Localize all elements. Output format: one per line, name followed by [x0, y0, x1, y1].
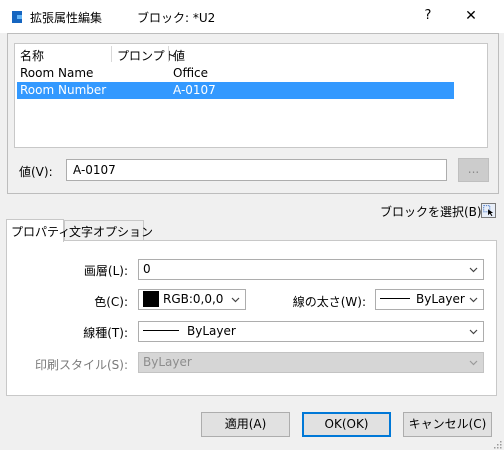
chevron-down-icon	[469, 297, 478, 303]
linetype-value: ByLayer	[187, 324, 236, 338]
browse-button[interactable]: ...	[458, 158, 489, 182]
attribute-name: Room Number	[20, 83, 107, 97]
plotstyle-value: ByLayer	[143, 355, 192, 369]
color-value: RGB:0,0,0	[163, 292, 224, 306]
value-input[interactable]: A-0107	[66, 159, 447, 181]
app-logo-icon	[12, 11, 22, 23]
select-block-label[interactable]: ブロックを選択(B)	[380, 203, 482, 220]
attribute-value: Office	[173, 66, 209, 80]
ok-button[interactable]: OK(OK)	[302, 412, 391, 437]
block-name-label: ブロック: *U2	[137, 11, 216, 25]
column-divider[interactable]	[111, 46, 112, 62]
resize-grip-icon[interactable]	[493, 440, 502, 449]
select-pointer-icon[interactable]	[481, 203, 496, 218]
chevron-down-icon	[469, 267, 478, 273]
column-header-value[interactable]: 値	[173, 47, 185, 64]
tab-text-options[interactable]: 文字オプション	[64, 220, 153, 240]
help-button[interactable]: ?	[416, 6, 440, 26]
chevron-down-icon	[469, 329, 478, 335]
close-button[interactable]: ✕	[456, 6, 486, 26]
line-sample-icon	[143, 330, 179, 331]
cancel-button[interactable]: キャンセル(C)	[403, 412, 492, 437]
window-title: 拡張属性編集	[30, 11, 103, 25]
column-divider[interactable]	[168, 46, 169, 62]
lineweight-label: 線の太さ(W):	[292, 295, 366, 309]
attribute-value: A-0107	[173, 83, 216, 97]
layer-select[interactable]: 0	[138, 259, 484, 280]
color-select[interactable]: RGB:0,0,0	[138, 289, 246, 310]
attribute-name: Room Name	[20, 66, 94, 80]
value-label: 値(V):	[19, 165, 53, 179]
column-header-name[interactable]: 名称	[20, 47, 44, 64]
tab-properties[interactable]: プロパティ	[6, 219, 70, 242]
line-sample-icon	[380, 298, 410, 299]
linetype-label: 線種(T):	[83, 326, 128, 340]
color-swatch	[143, 291, 159, 307]
layer-value: 0	[143, 262, 151, 276]
chevron-down-icon	[231, 297, 240, 303]
plotstyle-label: 印刷スタイル(S):	[34, 358, 128, 372]
lineweight-select[interactable]: ByLayer	[375, 289, 484, 310]
lineweight-value: ByLayer	[416, 292, 465, 306]
attribute-row[interactable]: Room Name Office	[17, 65, 454, 82]
chevron-down-icon	[469, 360, 478, 366]
attribute-row-selected[interactable]: Room Number A-0107	[17, 82, 454, 99]
apply-button[interactable]: 適用(A)	[201, 412, 290, 437]
plotstyle-select[interactable]: ByLayer	[138, 352, 484, 373]
linetype-select[interactable]: ByLayer	[138, 321, 484, 342]
layer-label: 画層(L):	[83, 264, 128, 278]
color-label: 色(C):	[94, 295, 128, 309]
